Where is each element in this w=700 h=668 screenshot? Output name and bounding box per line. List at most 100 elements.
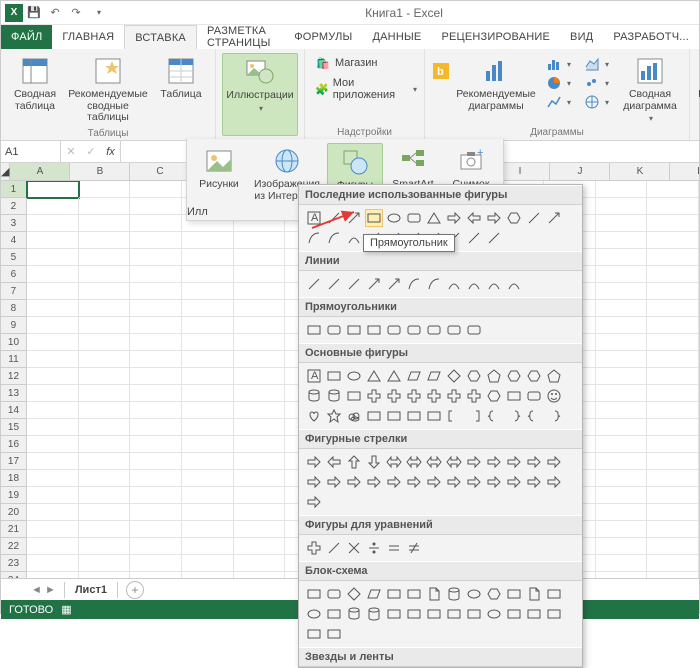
shape-icon[interactable] (465, 453, 483, 471)
cell[interactable] (182, 419, 234, 436)
pivot-table-button[interactable]: Сводная таблица (7, 53, 63, 126)
cell[interactable] (79, 572, 131, 578)
cell[interactable] (79, 487, 131, 504)
row-header[interactable]: 11 (1, 351, 27, 368)
sparkline-line-button[interactable]: График (696, 53, 700, 138)
cell[interactable] (27, 317, 79, 334)
shape-icon[interactable] (385, 539, 403, 557)
row-header[interactable]: 14 (1, 402, 27, 419)
shape-icon[interactable] (485, 209, 503, 227)
row-header[interactable]: 1 (1, 181, 27, 198)
shape-icon[interactable] (365, 453, 383, 471)
cell[interactable] (234, 487, 286, 504)
shape-icon[interactable] (305, 493, 323, 511)
shape-icon[interactable] (305, 625, 323, 643)
cell[interactable] (130, 470, 182, 487)
cell[interactable] (27, 334, 79, 351)
shape-icon[interactable] (505, 367, 523, 385)
cell[interactable] (27, 470, 79, 487)
shape-icon[interactable] (525, 387, 543, 405)
cell[interactable] (596, 266, 648, 283)
cell[interactable] (27, 555, 79, 572)
row-header[interactable]: 6 (1, 266, 27, 283)
chart-type-5[interactable]: ▾ (581, 74, 613, 92)
shape-icon[interactable] (445, 275, 463, 293)
cell[interactable] (596, 181, 648, 198)
cell[interactable] (647, 215, 699, 232)
shape-icon[interactable] (405, 453, 423, 471)
shape-icon[interactable] (485, 605, 503, 623)
shape-icon[interactable] (465, 275, 483, 293)
shape-icon[interactable] (445, 407, 463, 425)
sheet-tab[interactable]: Лист1 (64, 582, 118, 598)
shape-icon[interactable] (465, 473, 483, 491)
cell[interactable] (130, 402, 182, 419)
row-header[interactable]: 17 (1, 453, 27, 470)
shape-icon[interactable] (485, 473, 503, 491)
pivot-chart-button[interactable]: Сводная диаграмма▾ (617, 53, 683, 125)
shape-icon[interactable] (385, 453, 403, 471)
cell[interactable] (130, 283, 182, 300)
cell[interactable] (596, 334, 648, 351)
cell[interactable] (130, 300, 182, 317)
row-header[interactable]: 3 (1, 215, 27, 232)
redo-icon[interactable]: ↷ (66, 3, 86, 23)
cell[interactable] (596, 300, 648, 317)
cell[interactable] (27, 215, 79, 232)
shape-icon[interactable] (305, 407, 323, 425)
shape-icon[interactable] (485, 275, 503, 293)
cell[interactable] (234, 300, 286, 317)
cell[interactable] (130, 215, 182, 232)
cell[interactable] (79, 436, 131, 453)
cell[interactable] (647, 198, 699, 215)
shape-icon[interactable] (425, 321, 443, 339)
shape-icon[interactable] (325, 407, 343, 425)
cell[interactable] (130, 198, 182, 215)
shape-icon[interactable] (445, 453, 463, 471)
shape-icon[interactable] (485, 585, 503, 603)
cell[interactable] (596, 317, 648, 334)
cell[interactable] (234, 317, 286, 334)
shape-icon[interactable] (545, 605, 563, 623)
cell[interactable] (647, 419, 699, 436)
cell[interactable] (234, 232, 286, 249)
shape-icon[interactable] (525, 367, 543, 385)
cell[interactable] (182, 572, 234, 578)
shape-icon[interactable] (425, 367, 443, 385)
shape-icon[interactable] (505, 407, 523, 425)
cell[interactable] (234, 555, 286, 572)
tab-developer[interactable]: РАЗРАБОТЧ... (603, 25, 699, 49)
cell[interactable] (647, 181, 699, 198)
shape-icon[interactable] (445, 209, 463, 227)
cell[interactable] (596, 385, 648, 402)
cell[interactable] (647, 504, 699, 521)
row-header[interactable]: 2 (1, 198, 27, 215)
shape-icon[interactable] (405, 407, 423, 425)
cell[interactable] (79, 538, 131, 555)
recommended-pivot-button[interactable]: Рекомендуемые сводные таблицы (65, 53, 151, 126)
shape-icon[interactable] (325, 539, 343, 557)
cell[interactable] (647, 266, 699, 283)
cell[interactable] (647, 283, 699, 300)
cell[interactable] (130, 436, 182, 453)
row-header[interactable]: 7 (1, 283, 27, 300)
cell[interactable] (596, 504, 648, 521)
cell[interactable] (27, 385, 79, 402)
shape-icon[interactable]: A (305, 367, 323, 385)
cell[interactable] (130, 419, 182, 436)
cell[interactable] (27, 538, 79, 555)
shape-icon[interactable] (445, 387, 463, 405)
shape-icon[interactable] (325, 585, 343, 603)
cell[interactable] (182, 300, 234, 317)
cell[interactable] (234, 334, 286, 351)
cell[interactable] (234, 368, 286, 385)
row-header[interactable]: 24 (1, 572, 27, 578)
cell[interactable] (596, 368, 648, 385)
shape-icon[interactable] (505, 209, 523, 227)
cell[interactable] (130, 572, 182, 578)
shape-icon[interactable] (405, 605, 423, 623)
col-header[interactable]: J (550, 163, 610, 180)
row-header[interactable]: 12 (1, 368, 27, 385)
shape-icon[interactable] (385, 209, 403, 227)
shape-icon[interactable] (545, 209, 563, 227)
